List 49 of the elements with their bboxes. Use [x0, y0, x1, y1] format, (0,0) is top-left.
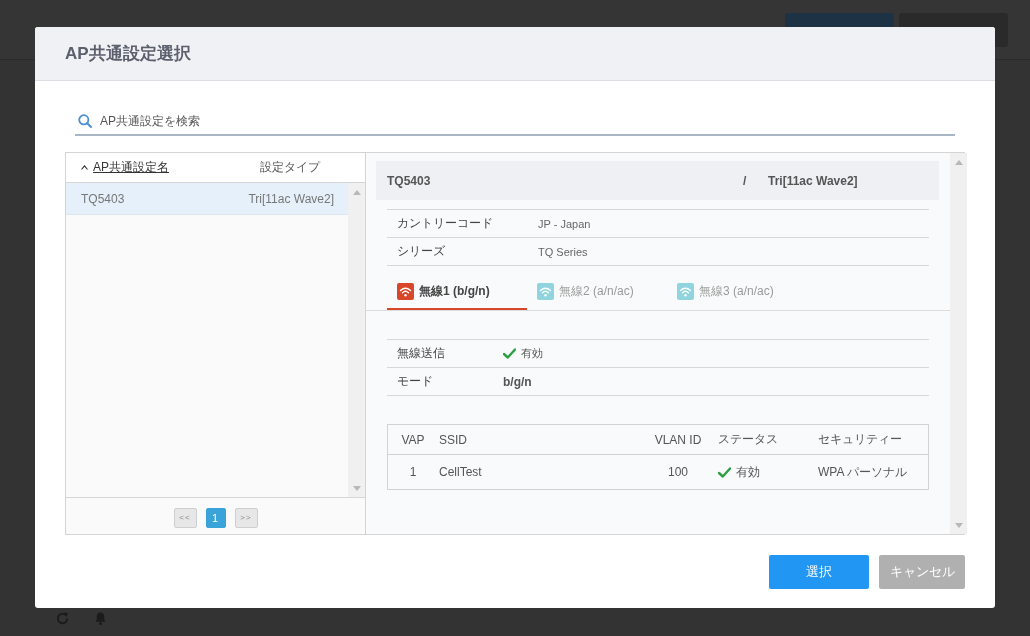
detail-name: TQ5403 — [387, 173, 432, 188]
scroll-down-icon[interactable] — [352, 486, 361, 491]
previous-page-button[interactable]: << — [173, 508, 197, 528]
bell-icon[interactable] — [93, 610, 108, 626]
radio-tab[interactable]: 無線3 (a/n/ac) — [667, 279, 807, 310]
column-header: SSID — [439, 432, 467, 447]
info-label: シリーズ — [397, 243, 446, 260]
setting-value: 有効 — [521, 346, 543, 361]
scrollbar[interactable] — [950, 153, 967, 534]
table-cell: WPA パーソナル — [818, 463, 908, 481]
page-button[interactable]: 1 — [205, 508, 226, 528]
setting-type: Tri[11ac Wave2] — [248, 191, 334, 206]
scroll-down-icon[interactable] — [954, 523, 963, 528]
setting-value: b/g/n — [503, 374, 532, 389]
radio-tab[interactable]: 無線2 (a/n/ac) — [527, 279, 667, 310]
dialog-title: AP共通設定選択 — [65, 43, 191, 65]
scrollbar[interactable] — [348, 183, 365, 497]
info-value: TQ Series — [538, 245, 588, 258]
detail-type: Tri[11ac Wave2] — [768, 173, 858, 188]
list-row[interactable]: TQ5403 Tri[11ac Wave2] — [66, 183, 348, 215]
search-field[interactable]: AP共通設定を検索 — [100, 110, 955, 132]
column-header[interactable]: AP共通設定名 — [66, 159, 260, 176]
refresh-icon[interactable] — [55, 610, 70, 626]
info-label: カントリーコード — [397, 215, 494, 232]
table-cell: 100 — [668, 465, 688, 479]
wifi-icon — [537, 283, 554, 300]
next-page-button[interactable]: >> — [234, 508, 258, 528]
table-cell: 有効 — [736, 463, 760, 481]
separator-text: / — [743, 173, 748, 188]
column-header: VLAN ID — [654, 432, 702, 447]
scroll-up-icon[interactable] — [954, 160, 963, 165]
search-icon — [78, 114, 92, 128]
column-header: VAP — [401, 432, 425, 447]
scroll-up-icon[interactable] — [352, 190, 361, 195]
table-cell: 1 — [409, 465, 417, 479]
sort-up-icon — [81, 165, 88, 170]
wifi-icon — [397, 283, 414, 300]
column-header: セキュリティー — [818, 431, 902, 448]
column-header: ステータス — [718, 431, 778, 448]
table-cell: CellTest — [439, 465, 482, 479]
setting-label: 無線送信 — [397, 345, 446, 362]
radio-tab[interactable]: 無線1 (b/g/n) — [387, 279, 527, 310]
cancel-button[interactable]: キャンセル — [879, 555, 965, 589]
setting-label: モード — [397, 373, 434, 390]
info-value: JP - Japan — [538, 217, 591, 230]
column-header[interactable]: 設定タイプ — [260, 159, 365, 176]
select-button[interactable]: 選択 — [769, 555, 869, 589]
wifi-icon — [677, 283, 694, 300]
setting-name: TQ5403 — [81, 191, 125, 206]
